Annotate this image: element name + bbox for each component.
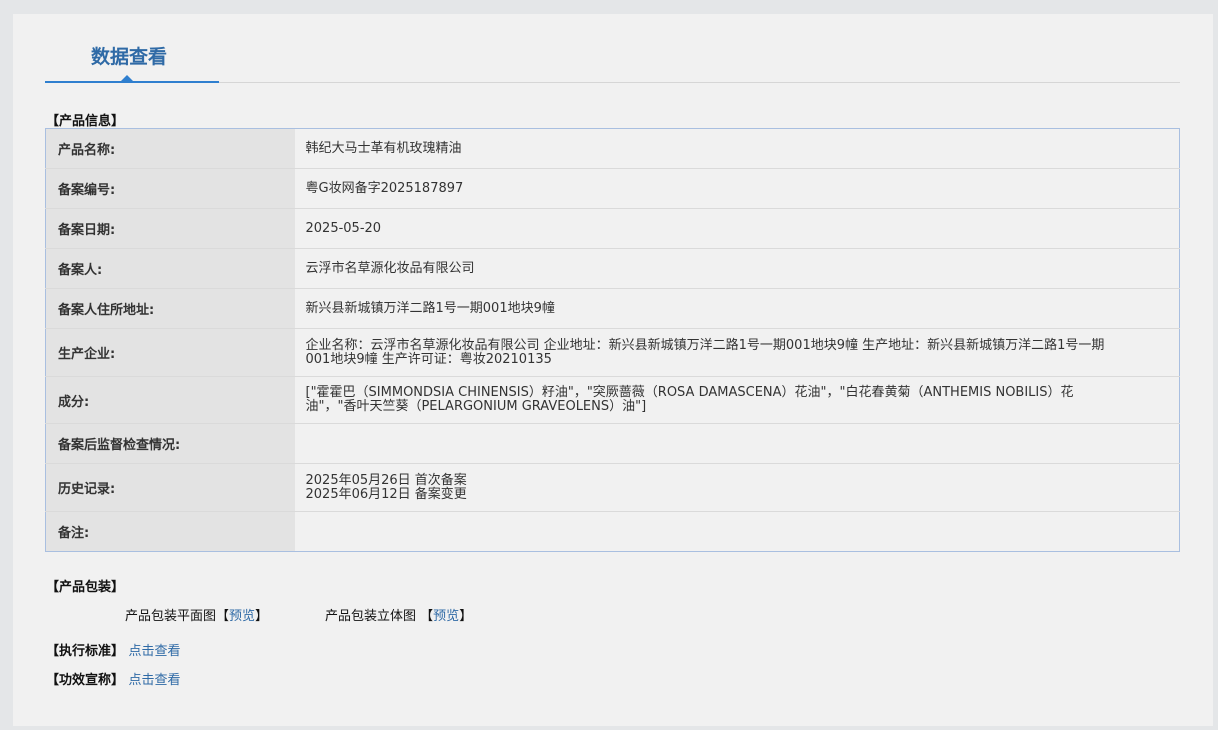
preview-flat-link[interactable]: 预览 [229, 609, 255, 624]
table-row: 生产企业: 企业名称：云浮市名草源化妆品有限公司 企业地址：新兴县新城镇万洋二路… [45, 328, 1180, 377]
caret-up-icon [120, 75, 134, 82]
table-row: 产品名称: 韩纪大马士革有机玫瑰精油 [45, 128, 1180, 169]
row-label: 历史记录: [45, 463, 295, 512]
row-label: 备案人: [45, 248, 295, 289]
standard-view-link[interactable]: 点击查看 [129, 644, 181, 659]
packaging-flat: 产品包装平面图【预览】 [125, 609, 269, 624]
row-label: 备案人住所地址: [45, 288, 295, 329]
content-panel: 数据查看 【产品信息】 产品名称: 韩纪大马士革有机玫瑰精油 备案编号: 粤G妆… [13, 14, 1213, 726]
product-info-table: 产品名称: 韩纪大马士革有机玫瑰精油 备案编号: 粤G妆网备字202518789… [45, 128, 1180, 552]
row-label: 生产企业: [45, 328, 295, 377]
packaging-solid: 产品包装立体图 【预览】 [325, 609, 473, 624]
row-value: 企业名称：云浮市名草源化妆品有限公司 企业地址：新兴县新城镇万洋二路1号一期00… [294, 328, 1180, 377]
row-value: ["霍霍巴（SIMMONDSIA CHINENSIS）籽油"，"突厥蔷薇（ROS… [294, 376, 1180, 424]
table-row: 备案编号: 粤G妆网备字2025187897 [45, 168, 1180, 209]
table-row: 备案人: 云浮市名草源化妆品有限公司 [45, 248, 1180, 289]
row-value: 韩纪大马士革有机玫瑰精油 [294, 128, 1180, 169]
table-row: 历史记录: 2025年05月26日 首次备案 2025年06月12日 备案变更 [45, 463, 1180, 512]
row-value: 粤G妆网备字2025187897 [294, 168, 1180, 209]
row-value: 2025-05-20 [294, 208, 1180, 249]
packaging-flat-label: 产品包装平面图 [125, 609, 217, 624]
table-row: 备案日期: 2025-05-20 [45, 208, 1180, 249]
row-value: 2025年05月26日 首次备案 2025年06月12日 备案变更 [294, 463, 1180, 512]
row-value [295, 512, 1180, 552]
history-entry: 2025年06月12日 备案变更 [305, 486, 467, 502]
row-label: 备案日期: [45, 208, 295, 249]
efficacy-view-link[interactable]: 点击查看 [129, 673, 181, 688]
standard-title: 【执行标准】 [46, 644, 125, 659]
packaging-title: 【产品包装】 [46, 580, 125, 595]
row-label: 产品名称: [45, 128, 295, 169]
row-label: 备案编号: [45, 168, 295, 209]
page-title: 数据查看 [91, 46, 168, 68]
standard-section: 【执行标准】 点击查看 [46, 640, 181, 659]
row-label: 备案后监督检查情况: [45, 423, 295, 464]
efficacy-title: 【功效宣称】 [46, 673, 125, 688]
table-row: 备案后监督检查情况: [45, 423, 1180, 464]
row-value [294, 423, 1180, 464]
packaging-solid-label: 产品包装立体图 [325, 609, 417, 624]
row-value: 新兴县新城镇万洋二路1号一期001地块9幢 [294, 288, 1180, 329]
history-entry: 2025年05月26日 首次备案 [305, 472, 467, 488]
efficacy-section: 【功效宣称】 点击查看 [46, 669, 181, 688]
product-info-title: 【产品信息】 [46, 114, 125, 129]
table-row: 备案人住所地址: 新兴县新城镇万洋二路1号一期001地块9幢 [45, 288, 1180, 329]
row-value: 云浮市名草源化妆品有限公司 [294, 248, 1180, 289]
row-label: 成分: [45, 376, 295, 424]
table-row: 备注: [45, 511, 1180, 552]
header: 数据查看 [45, 14, 1180, 84]
preview-solid-link[interactable]: 预览 [433, 609, 459, 624]
row-label: 备注: [45, 511, 295, 552]
table-row: 成分: ["霍霍巴（SIMMONDSIA CHINENSIS）籽油"，"突厥蔷薇… [45, 376, 1180, 424]
